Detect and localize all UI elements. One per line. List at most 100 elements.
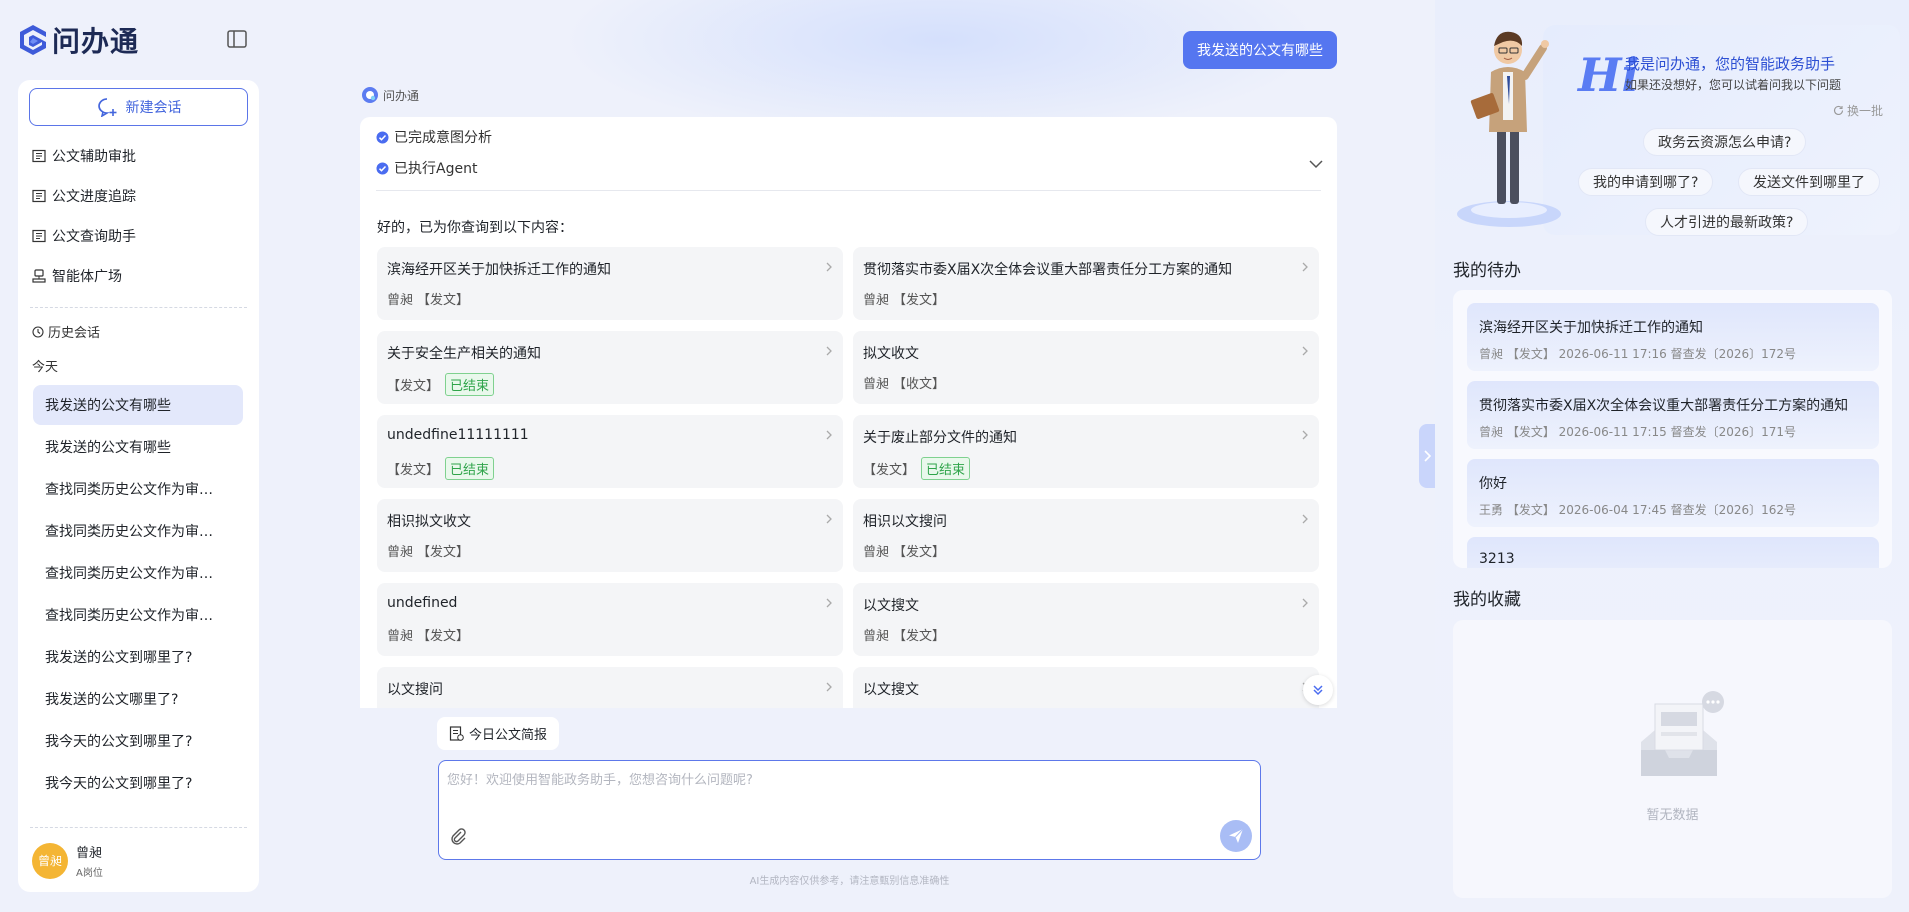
result-card-author: 曾昶 (387, 293, 414, 308)
result-card-author: 曾昶 (387, 629, 414, 644)
menu-item-label: 公文辅助审批 (52, 149, 136, 165)
suggestion-chip[interactable]: 发送文件到哪里了 (1738, 168, 1880, 196)
todo-item[interactable]: 滨海经开区关于加快拆迁工作的通知 曾昶 【发文】 2026-06-11 17:1… (1467, 303, 1879, 371)
result-card-author: 曾昶 (863, 545, 890, 560)
result-card-type: 【发文】 (893, 629, 946, 644)
history-header: 历史会话 (32, 322, 100, 341)
panel-toggle-handle[interactable] (1419, 424, 1435, 488)
result-card-title: 滨海经开区关于加快拆迁工作的通知 (387, 262, 611, 278)
result-card-meta: 曾昶 【发文】 (387, 541, 469, 560)
result-card-author: 曾昶 (863, 377, 890, 392)
history-item[interactable]: 我发送的公文哪里了? (33, 679, 243, 719)
result-card-type: 【发文】 (417, 545, 470, 560)
result-card-title: 以文搜文 (863, 682, 919, 698)
result-card-meta: 【发文】 已结束 (387, 373, 495, 396)
history-item[interactable]: 查找同类历史公文作为审… (33, 595, 243, 635)
chat-input-box (438, 760, 1261, 860)
history-item[interactable]: 我发送的公文有哪些 (33, 427, 243, 467)
chevron-right-icon (1302, 598, 1308, 608)
result-card[interactable]: 滨海经开区关于加快拆迁工作的通知 曾昶 【发文】 (377, 247, 843, 320)
daily-brief-label: 今日公文简报 (469, 728, 548, 743)
send-icon (1229, 828, 1244, 843)
result-card-type: 【发文】 (893, 545, 946, 560)
bot-header: 问办通 (361, 86, 419, 104)
history-item[interactable]: 查找同类历史公文作为审… (33, 553, 243, 593)
assistant-subtitle: 如果还没想好，您可以试着问我以下问题 (1625, 78, 1842, 92)
menu-item-agent-plaza[interactable]: 智能体广场 (32, 260, 242, 292)
chevron-right-icon (826, 682, 832, 692)
assistant-mascot-illustration (1457, 31, 1561, 227)
todo-item[interactable]: 你好 王勇 【发文】 2026-06-04 17:45 督查发〔2026〕162… (1467, 459, 1879, 527)
daily-brief-button[interactable]: 今日公文简报 (437, 717, 560, 750)
history-item[interactable]: 查找同类历史公文作为审… (33, 469, 243, 509)
new-chat-icon (97, 98, 116, 117)
user-name: 曾昶 (76, 846, 103, 861)
menu-item-doc-tracking[interactable]: 公文进度追踪 (32, 180, 242, 212)
result-card-title: undedfine11111111 (387, 427, 529, 443)
result-card-type: 【发文】 (417, 293, 470, 308)
todo-item-meta: 曾昶 【发文】 2026-06-11 17:16 督查发〔2026〕172号 (1479, 347, 1797, 361)
send-button[interactable] (1220, 820, 1252, 852)
double-chevron-down-icon (1313, 685, 1323, 696)
chat-input[interactable] (447, 769, 1237, 819)
suggestion-chip[interactable]: 政务云资源怎么申请? (1643, 128, 1807, 156)
bot-name: 问办通 (383, 88, 420, 103)
status-badge: 已结束 (921, 457, 971, 480)
result-card-title: 以文搜文 (863, 598, 919, 614)
result-card-meta: 曾昶 【发文】 (863, 625, 945, 644)
divider (30, 827, 247, 828)
history-title: 历史会话 (48, 326, 101, 341)
result-card-meta: 曾昶 【发文】 (387, 289, 469, 308)
result-card[interactable]: undedfine11111111 【发文】 已结束 (377, 415, 843, 488)
result-card[interactable]: 以文搜问 (377, 667, 843, 708)
result-card[interactable]: 关于废止部分文件的通知 【发文】 已结束 (853, 415, 1319, 488)
sidebar: 新建会话 公文辅助审批 公文进度追踪 公文查询助手 智能体广场 历史会话 今天 … (18, 80, 259, 892)
chevron-right-icon (1302, 514, 1308, 524)
step-label: 已执行Agent (394, 161, 478, 177)
refresh-suggestions-button[interactable]: 换一批 (1833, 102, 1883, 119)
result-card[interactable]: 拟文收文 曾昶 【收文】 (853, 331, 1319, 404)
scroll-down-button[interactable] (1303, 675, 1333, 705)
answer-panel: 已完成意图分析 已执行Agent 好的，已为你查询到以下内容： 滨海经开区关于加… (360, 117, 1337, 708)
result-card[interactable]: 关于安全生产相关的通知 【发文】 已结束 (377, 331, 843, 404)
history-item[interactable]: 我发送的公文到哪里了? (33, 637, 243, 677)
result-card[interactable]: 以文搜文 (853, 667, 1319, 708)
agent-icon (32, 269, 46, 283)
result-card[interactable]: 以文搜文曾昶 【发文】 (853, 583, 1319, 656)
favorites-title: 我的收藏 (1453, 590, 1521, 610)
todo-title: 我的待办 (1453, 261, 1521, 281)
history-item[interactable]: 我发送的公文有哪些 (33, 385, 243, 425)
logo-icon (20, 25, 46, 55)
empty-inbox-icon (1641, 691, 1724, 776)
result-card[interactable]: 相识以文搜问 曾昶 【发文】 (853, 499, 1319, 572)
menu-item-label: 公文进度追踪 (52, 189, 136, 205)
chevron-right-icon (1424, 450, 1431, 462)
suggestion-chip[interactable]: 人才引进的最新政策? (1645, 208, 1809, 236)
menu-item-doc-approval[interactable]: 公文辅助审批 (32, 140, 242, 172)
new-chat-button[interactable]: 新建会话 (29, 88, 248, 126)
result-card[interactable]: 相识拟文收文 曾昶 【发文】 (377, 499, 843, 572)
todo-item[interactable]: 贯彻落实市委X届X次全体会议重大部署责任分工方案的通知 曾昶 【发文】 2026… (1467, 381, 1879, 449)
sidebar-toggle-icon[interactable] (227, 30, 247, 48)
history-item[interactable]: 查找同类历史公文作为审… (33, 511, 243, 551)
result-card[interactable]: 贯彻落实市委X届X次全体会议重大部署责任分工方案的通知 曾昶 【发文】 (853, 247, 1319, 320)
result-card-meta: 曾昶 【发文】 (387, 625, 469, 644)
history-item[interactable]: 我今天的公文到哪里了? (33, 721, 243, 761)
doc-icon (32, 149, 46, 163)
result-card-type: 【发文】 (417, 629, 470, 644)
result-card[interactable]: undefined 曾昶 【发文】 (377, 583, 843, 656)
result-card-type: 【发文】 (387, 463, 440, 478)
report-icon (449, 726, 464, 741)
menu-item-label: 公文查询助手 (52, 229, 136, 245)
result-card-title: undefined (387, 595, 458, 611)
suggestion-chip[interactable]: 我的申请到哪了? (1578, 168, 1714, 196)
paperclip-icon[interactable] (449, 827, 467, 845)
ai-disclaimer: AI生成内容仅供参考，请注意甄别信息准确性 (749, 876, 950, 887)
todo-item[interactable]: 3213 (1467, 537, 1879, 568)
menu-item-doc-query[interactable]: 公文查询助手 (32, 220, 242, 252)
user-profile[interactable]: 曾昶 曾昶 A岗位 (32, 842, 103, 879)
refresh-icon (1833, 105, 1844, 115)
step-agent: 已执行Agent (376, 158, 477, 178)
history-item[interactable]: 我今天的公文到哪里了? (33, 763, 243, 803)
chevron-down-icon[interactable] (1309, 159, 1323, 169)
